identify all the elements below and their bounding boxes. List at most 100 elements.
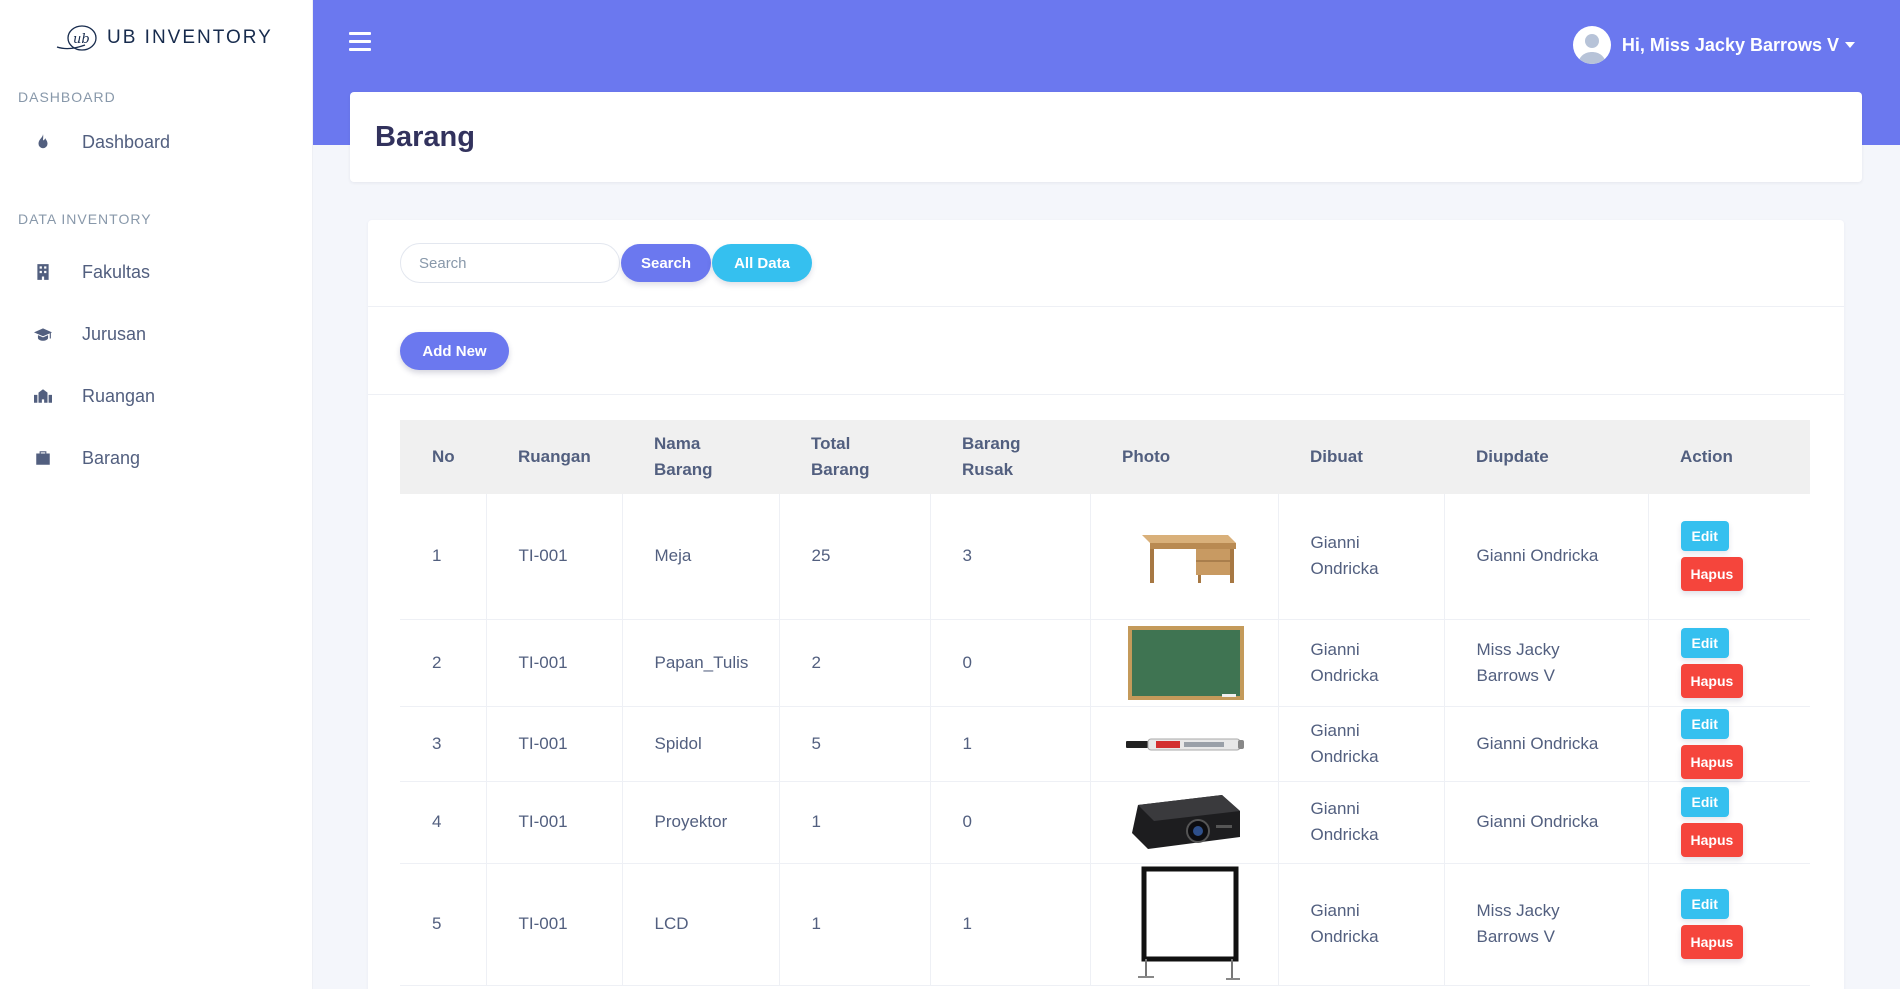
edit-button[interactable]: Edit [1680,708,1729,739]
briefcase-icon [33,448,53,468]
divider [368,306,1844,307]
cell-dibuat: Gianni Ondricka [1278,863,1445,986]
sidebar-item-fakultas[interactable]: Fakultas [0,241,312,303]
sidebar-item-label: Dashboard [82,131,171,152]
cell-action: Edit Hapus [1648,494,1810,620]
cell-diupdate: Miss Jacky Barrows V [1444,619,1649,707]
brand-name: UB INVENTORY [107,26,273,48]
sidebar-item-label: Barang [82,447,141,468]
edit-button[interactable]: Edit [1680,889,1729,919]
add-new-button[interactable]: Add New [400,332,509,370]
header-barang-rusak: Barang Rusak [930,420,1090,494]
hapus-button[interactable]: Hapus [1680,744,1744,779]
cell-nama-barang: LCD [622,863,780,986]
cell-dibuat-text: Gianni Ondricka [1310,533,1379,579]
sidebar-item-label: Jurusan [82,323,147,344]
divider [368,394,1844,395]
school-icon [33,386,53,406]
cell-dibuat-text: Gianni Ondricka [1310,639,1379,685]
brand[interactable]: ub UB INVENTORY [0,0,312,75]
user-menu[interactable]: Hi, Miss Jacky Barrows V [1572,26,1855,64]
search-bar: Search All Data [400,243,812,283]
header-nama-barang-label: Nama Barang [654,434,713,479]
header-barang-rusak-label: Barang Rusak [962,434,1021,479]
marker-photo [1125,734,1246,754]
cell-action: Edit Hapus [1648,619,1810,707]
cell-barang-rusak: 3 [930,494,1091,620]
hapus-button[interactable]: Hapus [1680,663,1744,698]
cell-no: 4 [400,781,487,864]
edit-button[interactable]: Edit [1680,787,1729,817]
cell-action: Edit Hapus [1648,781,1810,864]
sidebar: ub UB INVENTORY DASHBOARD Dashboard DATA… [0,0,313,989]
cell-no: 3 [400,706,487,782]
edit-button[interactable]: Edit [1680,521,1729,552]
cell-diupdate: Gianni Ondricka [1444,706,1649,782]
cell-action: Edit Hapus [1648,863,1810,986]
nav-heading-data-inventory: DATA INVENTORY [18,211,152,227]
search-button[interactable]: Search [621,244,711,282]
table-row: 1 TI-001 Meja 25 3 Gianni Ondricka Giann… [400,494,1810,620]
sidebar-item-dashboard[interactable]: Dashboard [0,111,312,173]
cell-total-barang: 2 [779,619,931,707]
desk-photo [1126,525,1246,587]
cell-total-barang: 25 [779,494,931,620]
cell-nama-barang: Spidol [622,706,780,782]
header-dibuat: Dibuat [1278,420,1444,494]
edit-button[interactable]: Edit [1680,627,1729,658]
cell-action: Edit Hapus [1648,706,1810,782]
hapus-button[interactable]: Hapus [1680,925,1744,959]
cell-nama-barang: Papan_Tulis [622,619,780,707]
page-title-card: Barang [350,92,1862,182]
cell-dibuat: Gianni Ondricka [1278,494,1445,620]
main-card: Search All Data Add New No Ruangan Nama … [368,220,1844,989]
cell-no: 1 [400,494,487,620]
cell-diupdate: Miss Jacky Barrows V [1444,863,1649,986]
header-no: No [400,420,486,494]
header-diupdate: Diupdate [1444,420,1648,494]
chevron-down-icon [1845,42,1855,48]
table-row: 2 TI-001 Papan_Tulis 2 0 Gianni Ondricka… [400,619,1810,707]
cell-ruangan: TI-001 [486,494,623,620]
table-row: 5 TI-001 LCD 1 1 Gianni Ondricka Miss Ja… [400,863,1810,986]
brand-logo-text: ub [73,32,90,47]
cell-no: 2 [400,619,487,707]
search-input[interactable] [400,243,620,283]
header-ruangan: Ruangan [486,420,622,494]
sidebar-item-jurusan[interactable]: Jurusan [0,303,312,365]
sidebar-item-ruangan[interactable]: Ruangan [0,365,312,427]
cell-total-barang: 5 [779,706,931,782]
cell-diupdate: Gianni Ondricka [1444,494,1649,620]
graduation-cap-icon [33,324,53,344]
projection-screen-photo [1126,865,1246,983]
building-icon [33,262,53,282]
hapus-button[interactable]: Hapus [1680,557,1744,592]
fire-icon [33,132,53,152]
cell-diupdate-text: Miss Jacky Barrows V [1476,639,1560,685]
page-title: Barang [375,121,475,153]
cell-ruangan: TI-001 [486,863,623,986]
cell-photo [1090,619,1279,707]
sidebar-item-barang[interactable]: Barang [0,427,312,489]
cell-total-barang: 1 [779,781,931,864]
all-data-button[interactable]: All Data [712,244,812,282]
ub-logo-icon: ub [56,24,97,51]
header-total-barang: Total Barang [779,420,930,494]
hapus-button[interactable]: Hapus [1680,823,1744,857]
cell-barang-rusak: 0 [930,619,1091,707]
cell-barang-rusak: 1 [930,706,1091,782]
header-photo: Photo [1090,420,1278,494]
cell-diupdate-text: Miss Jacky Barrows V [1476,901,1560,946]
avatar [1572,26,1611,64]
cell-nama-barang: Meja [622,494,780,620]
cell-total-barang: 1 [779,863,931,986]
cell-barang-rusak: 1 [930,863,1091,986]
user-greeting: Hi, Miss Jacky Barrows V [1621,34,1839,55]
barang-table: No Ruangan Nama Barang Total Barang Bara… [400,420,1810,986]
table-header-row: No Ruangan Nama Barang Total Barang Bara… [400,420,1810,494]
table-row: 3 TI-001 Spidol 5 1 Gianni Ondricka Gian… [400,706,1810,782]
cell-photo [1090,706,1279,782]
cell-dibuat-text: Gianni Ondricka [1310,799,1379,844]
cell-photo [1090,781,1279,864]
menu-toggle-icon[interactable] [349,32,371,52]
